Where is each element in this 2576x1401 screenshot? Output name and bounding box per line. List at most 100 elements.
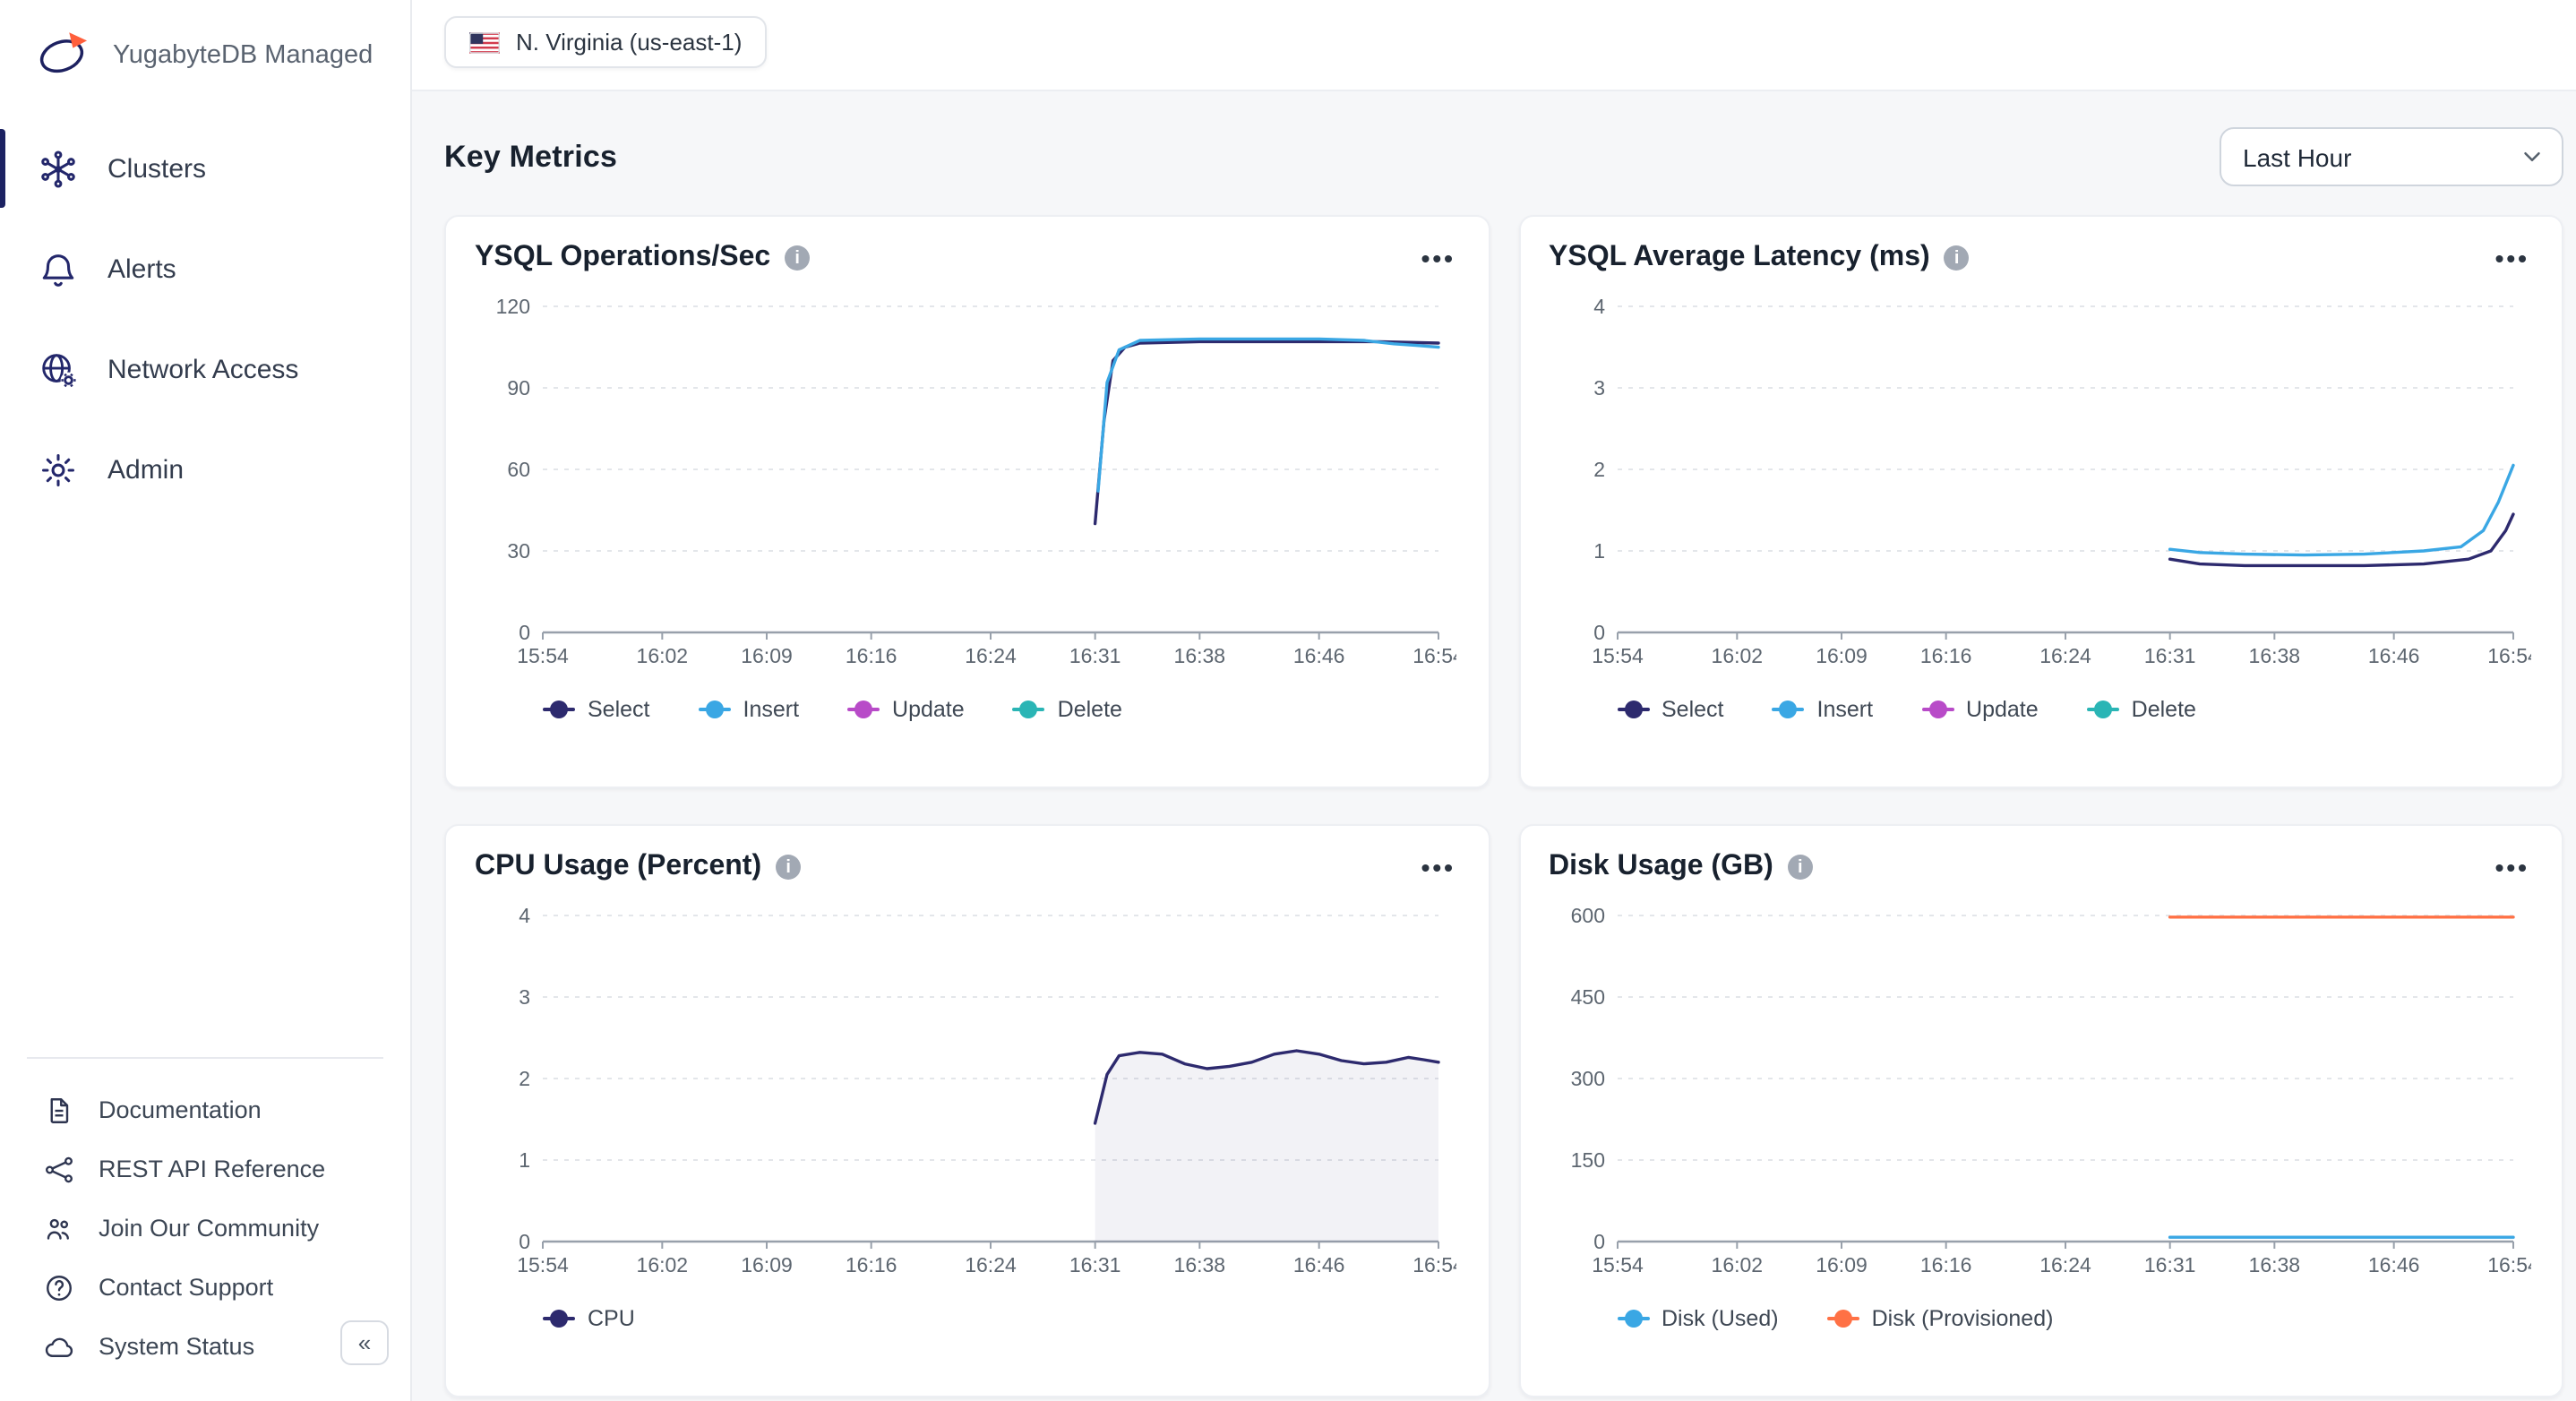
sidebar-collapse-button[interactable]: « <box>340 1320 389 1365</box>
legend-item[interactable]: Insert <box>1773 697 1874 722</box>
chart-menu-button[interactable] <box>2492 851 2533 883</box>
svg-text:16:09: 16:09 <box>741 1253 793 1276</box>
chart-legend: Select Insert Update Delete <box>475 697 1459 722</box>
chart-title: YSQL Operations/Sec <box>475 242 770 274</box>
sidebar-footer-label: REST API Reference <box>99 1156 325 1182</box>
sidebar-item-label: Network Access <box>107 354 298 384</box>
legend-marker-icon <box>1617 700 1649 718</box>
svg-text:3: 3 <box>519 985 530 1009</box>
svg-text:16:16: 16:16 <box>846 1253 897 1276</box>
chart-menu-button[interactable] <box>2492 242 2533 274</box>
svg-text:16:24: 16:24 <box>965 644 1017 667</box>
legend-item[interactable]: Disk (Used) <box>1617 1306 1779 1331</box>
gear-icon <box>38 449 79 490</box>
sidebar-item-join-our-community[interactable]: Join Our Community <box>27 1199 383 1258</box>
info-icon[interactable] <box>1945 245 1970 271</box>
legend-label: Insert <box>743 697 800 722</box>
svg-text:0: 0 <box>519 621 530 644</box>
chart-plot-cpu-usage: 0123415:5416:0216:0916:1616:2416:3116:38… <box>475 898 1456 1295</box>
legend-item[interactable]: CPU <box>543 1306 635 1331</box>
svg-text:16:02: 16:02 <box>1711 644 1763 667</box>
chart-menu-button[interactable] <box>1418 851 1459 883</box>
chevron-double-left-icon: « <box>358 1331 371 1354</box>
svg-text:16:24: 16:24 <box>965 1253 1017 1276</box>
legend-item[interactable]: Delete <box>2087 697 2196 722</box>
bell-icon <box>38 248 79 289</box>
help-icon <box>43 1271 75 1303</box>
svg-text:16:16: 16:16 <box>1919 1253 1971 1276</box>
svg-text:16:46: 16:46 <box>1293 1253 1345 1276</box>
chart-legend: CPU <box>475 1306 1459 1331</box>
svg-text:0: 0 <box>519 1230 530 1253</box>
sidebar-item-rest-api-reference[interactable]: REST API Reference <box>27 1139 383 1199</box>
chart-card-ysql-latency: YSQL Average Latency (ms) 0123415:5416:0… <box>1518 215 2563 788</box>
legend-item[interactable]: Update <box>1921 697 2039 722</box>
legend-item[interactable]: Insert <box>699 697 800 722</box>
svg-text:60: 60 <box>507 458 530 481</box>
region-bar: N. Virginia (us-east-1) <box>412 0 2576 91</box>
sidebar-item-clusters[interactable]: Clusters <box>0 124 410 213</box>
sidebar-footer-label: Documentation <box>99 1096 262 1123</box>
svg-text:16:31: 16:31 <box>2143 1253 2195 1276</box>
sidebar-item-alerts[interactable]: Alerts <box>0 224 410 314</box>
svg-text:4: 4 <box>1593 295 1604 318</box>
brand-logo-link[interactable]: YugabyteDB Managed <box>0 0 410 106</box>
globe-gear-icon <box>38 348 79 390</box>
chart-title: CPU Usage (Percent) <box>475 851 761 883</box>
svg-text:16:31: 16:31 <box>1069 644 1121 667</box>
metrics-header: Key Metrics Last Hour <box>444 127 2563 186</box>
svg-text:16:54: 16:54 <box>1413 1253 1456 1276</box>
legend-marker-icon <box>1617 1310 1649 1328</box>
svg-text:16:16: 16:16 <box>1919 644 1971 667</box>
region-chip[interactable]: N. Virginia (us-east-1) <box>444 16 767 68</box>
legend-marker-icon <box>2087 700 2119 718</box>
legend-item[interactable]: Delete <box>1013 697 1122 722</box>
legend-item[interactable]: Select <box>543 697 650 722</box>
sidebar-item-contact-support[interactable]: Contact Support <box>27 1258 383 1317</box>
legend-label: Update <box>892 697 965 722</box>
legend-item[interactable]: Update <box>847 697 965 722</box>
svg-text:16:02: 16:02 <box>637 1253 689 1276</box>
sidebar-item-system-status[interactable]: System Status <box>27 1317 383 1376</box>
svg-text:16:54: 16:54 <box>2486 1253 2530 1276</box>
chart-legend: Select Insert Update Delete <box>1549 697 2533 722</box>
legend-label: Disk (Provisioned) <box>1872 1306 2054 1331</box>
svg-text:16:54: 16:54 <box>1413 644 1456 667</box>
svg-text:1: 1 <box>1593 539 1604 563</box>
sidebar-item-network-access[interactable]: Network Access <box>0 324 410 414</box>
chart-plot-ysql-latency: 0123415:5416:0216:0916:1616:2416:3116:38… <box>1549 288 2530 686</box>
chart-plot-disk-usage: 015030045060015:5416:0216:0916:1616:2416… <box>1549 898 2530 1295</box>
legend-label: Insert <box>1817 697 1874 722</box>
svg-text:90: 90 <box>507 376 530 400</box>
legend-marker-icon <box>847 700 880 718</box>
svg-text:16:46: 16:46 <box>1293 644 1345 667</box>
document-icon <box>43 1094 75 1126</box>
info-icon[interactable] <box>1788 855 1813 880</box>
legend-marker-icon <box>1773 700 1805 718</box>
metrics-content: Key Metrics Last Hour YSQL Operations/Se… <box>412 91 2576 1401</box>
legend-marker-icon <box>1921 700 1953 718</box>
svg-text:2: 2 <box>519 1067 530 1090</box>
sidebar-item-admin[interactable]: Admin <box>0 425 410 514</box>
svg-text:15:54: 15:54 <box>1591 1253 1643 1276</box>
svg-text:15:54: 15:54 <box>517 1253 569 1276</box>
svg-text:16:54: 16:54 <box>2486 644 2530 667</box>
svg-text:16:24: 16:24 <box>2039 644 2091 667</box>
legend-item[interactable]: Select <box>1617 697 1724 722</box>
svg-text:16:16: 16:16 <box>846 644 897 667</box>
svg-text:16:09: 16:09 <box>1815 644 1867 667</box>
legend-label: Select <box>588 697 650 722</box>
info-icon[interactable] <box>785 245 810 271</box>
info-icon[interactable] <box>776 855 801 880</box>
legend-item[interactable]: Disk (Provisioned) <box>1827 1306 2054 1331</box>
chart-menu-button[interactable] <box>1418 242 1459 274</box>
legend-label: Select <box>1662 697 1724 722</box>
svg-text:16:09: 16:09 <box>741 644 793 667</box>
svg-text:16:38: 16:38 <box>2248 1253 2300 1276</box>
brand-title: YugabyteDB Managed <box>113 40 373 69</box>
sidebar-item-documentation[interactable]: Documentation <box>27 1080 383 1139</box>
time-range-select[interactable]: Last Hour <box>2220 127 2563 186</box>
svg-text:16:38: 16:38 <box>1174 1253 1226 1276</box>
svg-text:16:31: 16:31 <box>1069 1253 1121 1276</box>
svg-text:1: 1 <box>519 1148 530 1172</box>
